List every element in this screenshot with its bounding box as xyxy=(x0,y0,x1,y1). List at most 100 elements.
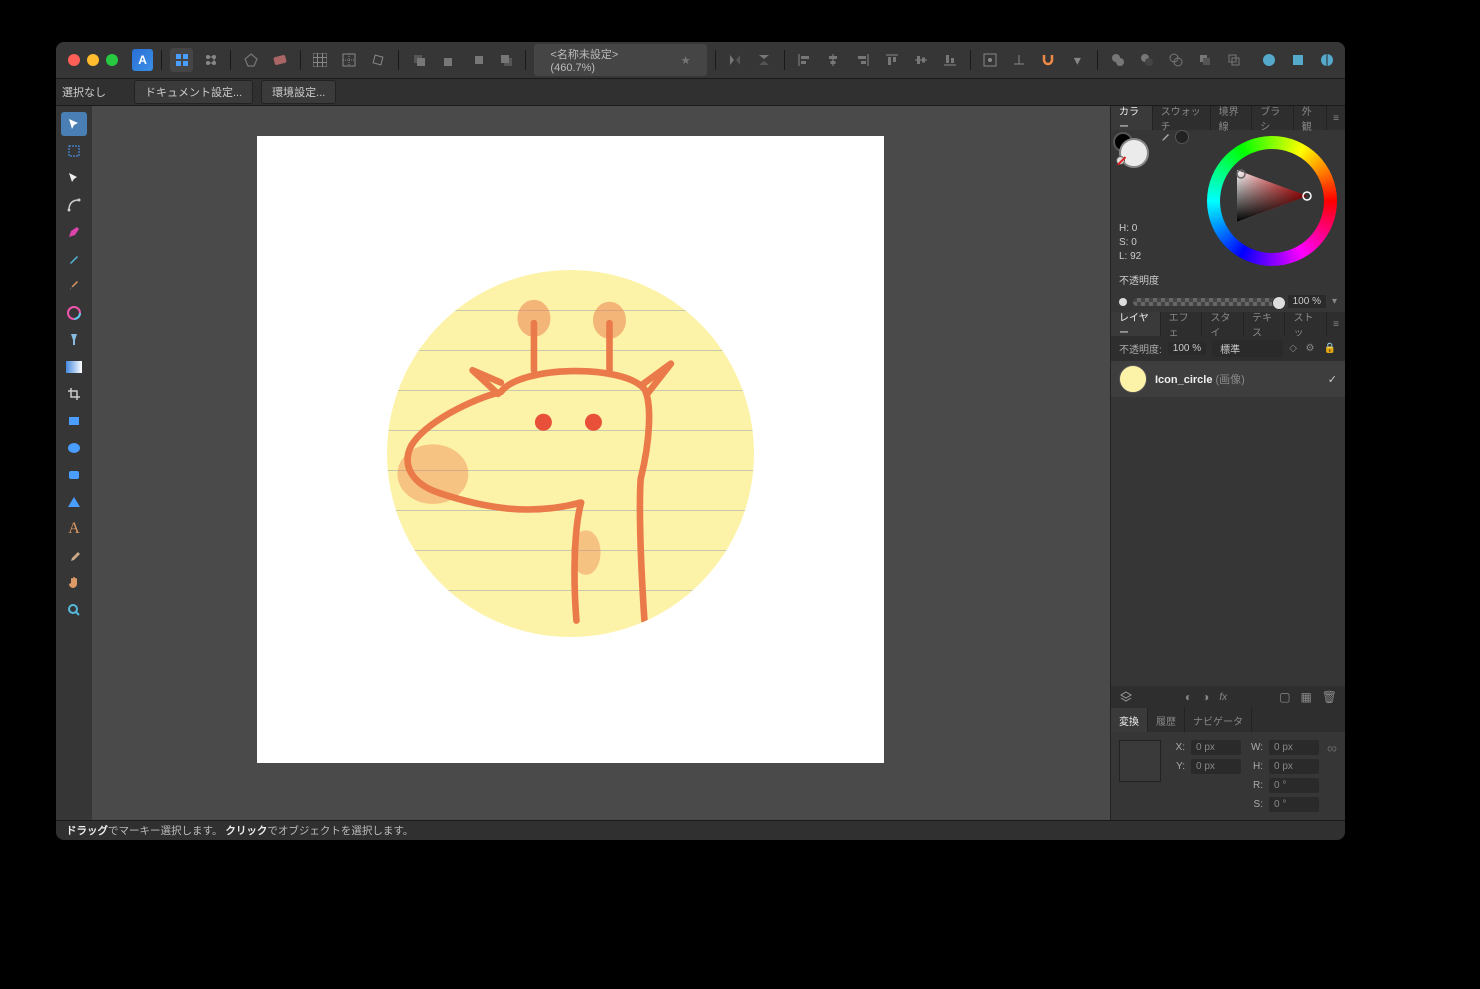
gear-icon[interactable]: ⚙ xyxy=(1303,343,1317,354)
persona-pixel-icon[interactable] xyxy=(199,48,222,72)
glass-tool[interactable] xyxy=(61,328,87,352)
bool-intersect-icon[interactable] xyxy=(1164,48,1187,72)
tab-stroke[interactable]: 境界線 xyxy=(1211,106,1253,130)
fill-tool[interactable] xyxy=(61,301,87,325)
tab-history[interactable]: 履歴 xyxy=(1148,708,1185,732)
pencil-tool[interactable] xyxy=(61,247,87,271)
opacity-slider[interactable] xyxy=(1133,298,1282,306)
x-field[interactable]: 0 px xyxy=(1191,740,1241,755)
studio-thumb3-icon[interactable] xyxy=(1316,48,1339,72)
snap-baseline-icon[interactable] xyxy=(1008,48,1031,72)
rotate-canvas-icon[interactable] xyxy=(367,48,390,72)
minimize-window-button[interactable] xyxy=(87,54,99,66)
preferences-button[interactable]: 環境設定... xyxy=(261,80,336,104)
doc-settings-button[interactable]: ドキュメント設定... xyxy=(134,80,253,104)
node-tool[interactable] xyxy=(61,166,87,190)
mask-icon[interactable]: ◐ xyxy=(1185,690,1192,704)
arrange-backward-icon[interactable] xyxy=(436,48,459,72)
ellipse-tool[interactable] xyxy=(61,436,87,460)
eraser-icon[interactable] xyxy=(269,48,292,72)
triangle-tool[interactable] xyxy=(61,490,87,514)
color-wheel[interactable] xyxy=(1207,136,1337,266)
eyedropper-preview[interactable] xyxy=(1159,130,1189,144)
pen-tool[interactable] xyxy=(61,220,87,244)
lock-icon[interactable]: 🔒 xyxy=(1323,343,1337,354)
h-field[interactable]: 0 px xyxy=(1269,759,1319,774)
align-vcenter-icon[interactable] xyxy=(909,48,932,72)
tab-brushes[interactable]: ブラシ xyxy=(1252,106,1293,130)
r-field[interactable]: 0 ° xyxy=(1269,778,1319,793)
hand-tool[interactable] xyxy=(61,571,87,595)
rounded-rect-tool[interactable] xyxy=(61,463,87,487)
opacity-dropdown-icon[interactable]: ▾ xyxy=(1332,296,1337,307)
bool-add-icon[interactable] xyxy=(1106,48,1129,72)
tab-swatches[interactable]: スウォッチ xyxy=(1153,106,1211,130)
zoom-tool[interactable] xyxy=(61,598,87,622)
w-field[interactable]: 0 px xyxy=(1269,740,1319,755)
artboard-tool[interactable] xyxy=(61,139,87,163)
layer-visible-checkbox[interactable]: ✓ xyxy=(1328,373,1337,386)
guides-icon[interactable] xyxy=(338,48,361,72)
rectangle-tool[interactable] xyxy=(61,409,87,433)
tab-color[interactable]: カラー xyxy=(1111,106,1153,130)
text-tool[interactable]: A xyxy=(61,517,87,541)
layer-opacity-value[interactable]: 100 % xyxy=(1168,342,1206,355)
arrange-front-icon[interactable] xyxy=(494,48,517,72)
grid-icon[interactable] xyxy=(309,48,332,72)
snap-magnet-icon[interactable] xyxy=(1037,48,1060,72)
tab-text[interactable]: テキス xyxy=(1244,312,1285,336)
align-bottom-icon[interactable] xyxy=(938,48,961,72)
align-right-icon[interactable] xyxy=(851,48,874,72)
document-title[interactable]: <名称未設定> (460.7%)★ xyxy=(534,44,706,76)
persona-designer-icon[interactable] xyxy=(170,48,193,72)
crop-tool[interactable] xyxy=(61,382,87,406)
dropdown-icon[interactable]: ▾ xyxy=(1066,48,1089,72)
layer-row[interactable]: Icon_circle(画像) ✓ xyxy=(1111,361,1345,397)
studio-thumb2-icon[interactable] xyxy=(1287,48,1310,72)
s-field[interactable]: 0 ° xyxy=(1269,797,1319,812)
align-hcenter-icon[interactable] xyxy=(822,48,845,72)
add-pixel-icon[interactable]: ▦ xyxy=(1300,690,1311,704)
add-layer-icon[interactable]: ▢ xyxy=(1279,690,1290,704)
tab-appearance[interactable]: 外観 xyxy=(1294,106,1327,130)
canvas-area[interactable] xyxy=(92,106,1110,820)
anchor-selector[interactable] xyxy=(1119,740,1161,782)
tab-styles[interactable]: スタイ xyxy=(1202,312,1244,336)
y-field[interactable]: 0 px xyxy=(1191,759,1241,774)
tab-effects[interactable]: エフェ xyxy=(1161,312,1203,336)
brush-tool[interactable] xyxy=(61,274,87,298)
blend-mode-select[interactable]: 標準 xyxy=(1212,340,1283,357)
align-left-icon[interactable] xyxy=(793,48,816,72)
flip-h-icon[interactable] xyxy=(724,48,747,72)
tab-layers[interactable]: レイヤー xyxy=(1111,312,1161,336)
fx-icon[interactable]: fx xyxy=(1219,692,1227,703)
close-window-button[interactable] xyxy=(68,54,80,66)
bool-subtract-icon[interactable] xyxy=(1135,48,1158,72)
layers-stack-icon[interactable] xyxy=(1119,690,1133,704)
tab-navigator[interactable]: ナビゲータ xyxy=(1185,708,1252,732)
snap-grid-icon[interactable] xyxy=(978,48,1001,72)
studio-thumb1-icon[interactable] xyxy=(1258,48,1281,72)
eyedropper-tool[interactable] xyxy=(61,544,87,568)
bool-xor-icon[interactable] xyxy=(1193,48,1216,72)
zoom-window-button[interactable] xyxy=(106,54,118,66)
layer-list[interactable]: Icon_circle(画像) ✓ xyxy=(1111,361,1345,686)
adjustment-icon[interactable]: ◑ xyxy=(1202,690,1209,704)
gradient-tool[interactable] xyxy=(61,355,87,379)
bool-divide-icon[interactable] xyxy=(1222,48,1245,72)
delete-layer-icon[interactable]: 🗑 xyxy=(1322,690,1337,704)
tab-transform[interactable]: 変換 xyxy=(1111,708,1148,732)
polygon-icon[interactable] xyxy=(239,48,262,72)
tab-stock[interactable]: ストッ xyxy=(1285,312,1327,336)
panel-menu-icon[interactable]: ≡ xyxy=(1327,319,1345,330)
opacity-start-handle[interactable] xyxy=(1119,298,1127,306)
link-dimensions-icon[interactable]: ∞ xyxy=(1327,740,1337,812)
corner-tool[interactable] xyxy=(61,193,87,217)
arrange-forward-icon[interactable] xyxy=(465,48,488,72)
align-top-icon[interactable] xyxy=(880,48,903,72)
move-tool[interactable] xyxy=(61,112,87,136)
panel-menu-icon[interactable]: ≡ xyxy=(1327,113,1345,124)
flip-v-icon[interactable] xyxy=(753,48,776,72)
opacity-value[interactable]: 100 % xyxy=(1288,295,1326,308)
arrange-back-icon[interactable] xyxy=(407,48,430,72)
